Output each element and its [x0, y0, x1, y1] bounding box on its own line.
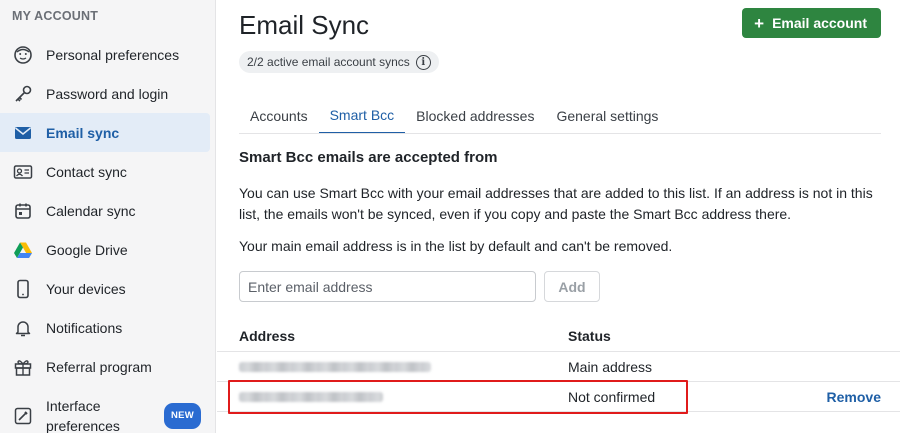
- info-icon[interactable]: i: [415, 54, 431, 70]
- sidebar-item-notifications[interactable]: Notifications: [0, 308, 216, 347]
- tab-bar: Accounts Smart Bcc Blocked addresses Gen…: [239, 98, 669, 134]
- envelope-icon: [12, 122, 34, 144]
- phone-icon: [12, 278, 34, 300]
- contact-card-icon: [12, 161, 34, 183]
- sidebar-heading: MY ACCOUNT: [12, 9, 99, 23]
- tab-blocked-addresses[interactable]: Blocked addresses: [405, 98, 545, 134]
- sidebar-item-label: Notifications: [46, 319, 123, 336]
- sidebar-item-contact-sync[interactable]: Contact sync: [0, 152, 216, 191]
- page-title: Email Sync: [239, 10, 370, 40]
- sidebar: MY ACCOUNT Personal preferences Password…: [0, 0, 216, 433]
- redacted-address: [239, 362, 431, 372]
- google-drive-icon: [12, 239, 34, 261]
- tab-accounts[interactable]: Accounts: [239, 98, 319, 134]
- sidebar-nav: Personal preferences Password and login …: [0, 35, 216, 433]
- sidebar-item-your-devices[interactable]: Your devices: [0, 269, 216, 308]
- tab-general-settings[interactable]: General settings: [545, 98, 669, 134]
- default-address-note: Your main email address is in the list b…: [239, 238, 673, 254]
- sidebar-item-label: Referral program: [46, 358, 152, 375]
- key-icon: [12, 83, 34, 105]
- table-row: Main address: [217, 352, 900, 382]
- interface-icon: [12, 405, 34, 427]
- table-header-row: Address Status: [217, 320, 900, 352]
- section-title: Smart Bcc emails are accepted from: [239, 149, 498, 166]
- sidebar-item-personal-preferences[interactable]: Personal preferences: [0, 35, 216, 74]
- sidebar-item-email-sync[interactable]: Email sync: [0, 113, 210, 152]
- status-cell: Not confirmed: [568, 389, 656, 405]
- sidebar-item-interface-preferences[interactable]: Interface preferences NEW: [0, 386, 216, 433]
- email-address-input[interactable]: [239, 271, 536, 302]
- plus-icon: +: [754, 13, 765, 33]
- sidebar-item-referral-program[interactable]: Referral program: [0, 347, 216, 386]
- sidebar-item-calendar-sync[interactable]: Calendar sync: [0, 191, 216, 230]
- sidebar-item-password-login[interactable]: Password and login: [0, 74, 216, 113]
- status-cell: Main address: [568, 359, 653, 375]
- add-email-account-button[interactable]: + Email account: [742, 8, 881, 38]
- sidebar-item-label: Email sync: [46, 124, 120, 141]
- gift-icon: [12, 356, 34, 378]
- new-badge: NEW: [164, 403, 202, 429]
- face-icon: [12, 44, 34, 66]
- bell-icon: [12, 317, 34, 339]
- address-column-header: Address: [239, 328, 296, 344]
- sync-status-text: 2/2 active email account syncs: [247, 55, 410, 69]
- status-column-header: Status: [568, 328, 611, 344]
- add-email-account-label: Email account: [772, 15, 867, 31]
- sidebar-item-label: Your devices: [46, 280, 126, 297]
- main-content: Email Sync + Email account 2/2 active em…: [217, 0, 900, 433]
- remove-address-link[interactable]: Remove: [827, 389, 881, 405]
- section-description: You can use Smart Bcc with your email ad…: [239, 185, 873, 222]
- sidebar-item-label: Interface preferences: [46, 398, 120, 433]
- tab-divider: [239, 133, 881, 134]
- sidebar-item-label: Google Drive: [46, 241, 128, 258]
- tab-smart-bcc[interactable]: Smart Bcc: [318, 98, 406, 134]
- sidebar-item-label: Calendar sync: [46, 202, 136, 219]
- sidebar-item-label: Contact sync: [46, 163, 127, 180]
- calendar-icon: [12, 200, 34, 222]
- redacted-address: [239, 392, 383, 402]
- add-address-button[interactable]: Add: [544, 271, 600, 302]
- sidebar-item-label: Personal preferences: [46, 46, 180, 63]
- address-table: Address Status Main address Not confirme…: [217, 320, 900, 412]
- sidebar-item-google-drive[interactable]: Google Drive: [0, 230, 216, 269]
- sidebar-item-label: Password and login: [46, 85, 169, 102]
- sync-status-badge: 2/2 active email account syncs i: [239, 51, 439, 73]
- table-row: Not confirmed Remove: [217, 382, 900, 412]
